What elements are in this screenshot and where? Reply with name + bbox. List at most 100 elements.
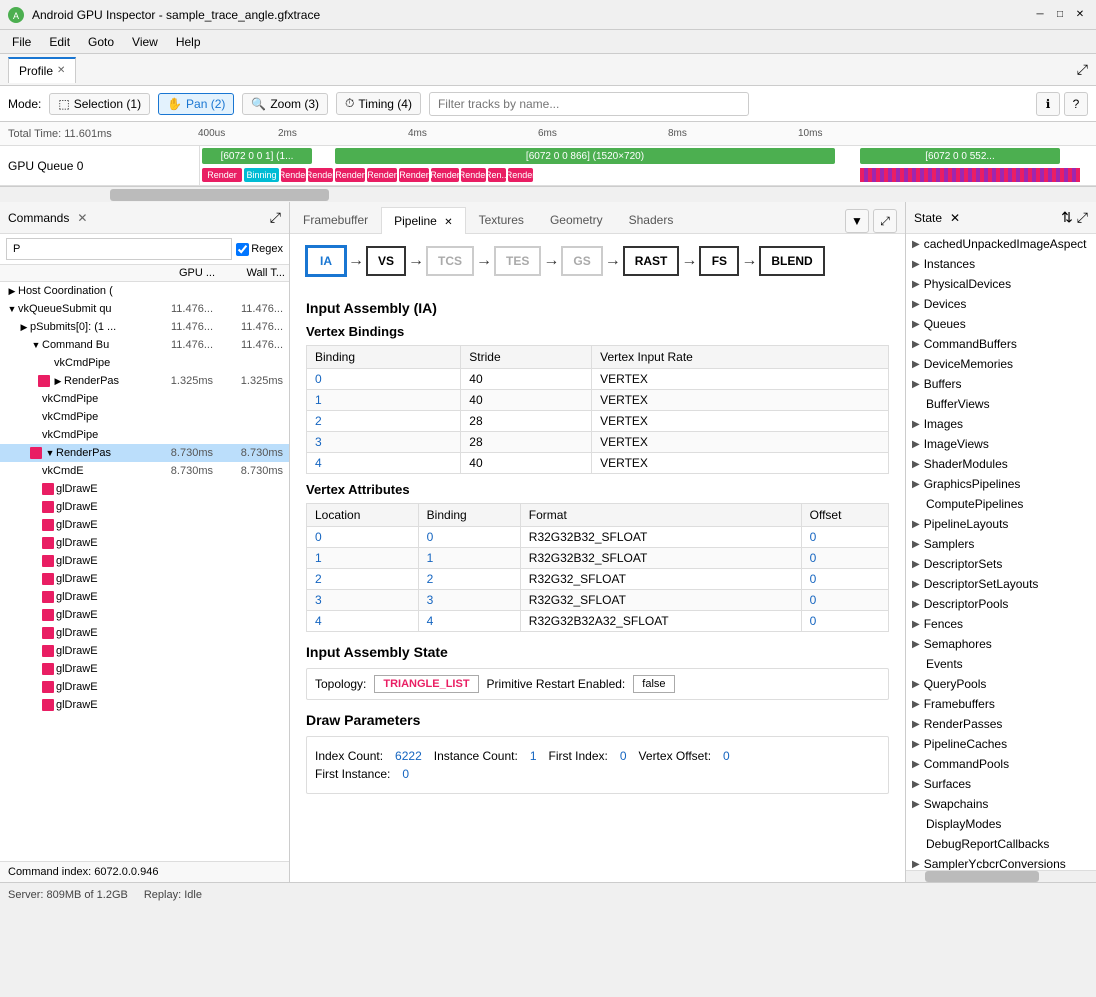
regex-label[interactable]: Regex — [236, 243, 283, 256]
state-item-1[interactable]: ▶Instances — [906, 254, 1096, 274]
pipeline-rast[interactable]: RAST — [623, 246, 680, 276]
tab-pipeline[interactable]: Pipeline ✕ — [381, 207, 465, 234]
state-item-26[interactable]: ▶CommandPools — [906, 754, 1096, 774]
render-bar-7[interactable]: Render — [461, 168, 486, 182]
tree-item-gldraw3[interactable]: glDrawE — [0, 534, 289, 552]
render-bar-5[interactable]: Render — [399, 168, 429, 182]
toggle-renderpass2[interactable]: ▼ — [44, 447, 56, 459]
tree-item-gldraw0[interactable]: glDrawE — [0, 480, 289, 498]
pipeline-tab-close[interactable]: ✕ — [444, 217, 452, 228]
toggle-psubmits[interactable]: ▶ — [18, 321, 30, 333]
render-bar-2[interactable]: Render — [308, 168, 333, 182]
state-item-29[interactable]: DisplayModes — [906, 814, 1096, 834]
state-item-22[interactable]: ▶QueryPools — [906, 674, 1096, 694]
binning-bar-0[interactable]: Binning — [244, 168, 279, 182]
state-item-25[interactable]: ▶PipelineCaches — [906, 734, 1096, 754]
tree-item-psubmits[interactable]: ▶ pSubmits[0]: (1 ... 11.476... 11.476..… — [0, 318, 289, 336]
minimize-button[interactable]: ─ — [1032, 7, 1048, 23]
toggle-cmdbuf[interactable]: ▼ — [30, 339, 42, 351]
commands-expand[interactable]: ⤢ — [270, 209, 281, 226]
track-bar-0[interactable]: [6072 0 0 1] (1... — [202, 148, 312, 164]
tree-item-vkcmd2[interactable]: vkCmdPipe — [0, 390, 289, 408]
state-item-27[interactable]: ▶Surfaces — [906, 774, 1096, 794]
menu-goto[interactable]: Goto — [80, 33, 122, 51]
track-content[interactable]: [6072 0 0 1] (1... [6072 0 0 866] (1520×… — [200, 146, 1080, 185]
tree-item-vkcmde[interactable]: vkCmdE 8.730ms 8.730ms — [0, 462, 289, 480]
state-item-19[interactable]: ▶Fences — [906, 614, 1096, 634]
pipeline-tes[interactable]: TES — [494, 246, 541, 276]
state-item-23[interactable]: ▶Framebuffers — [906, 694, 1096, 714]
pipeline-vs[interactable]: VS — [366, 246, 406, 276]
pipeline-gs[interactable]: GS — [561, 246, 602, 276]
state-item-0[interactable]: ▶cachedUnpackedImageAspect — [906, 234, 1096, 254]
tree-item-vkqueue[interactable]: ▼ vkQueueSubmit qu 11.476... 11.476... — [0, 300, 289, 318]
toggle-renderpass1[interactable]: ▶ — [52, 375, 64, 387]
pipeline-tcs[interactable]: TCS — [426, 246, 474, 276]
info-button[interactable]: ℹ — [1036, 92, 1060, 116]
state-item-15[interactable]: ▶Samplers — [906, 534, 1096, 554]
render-bar-3[interactable]: Render — [335, 168, 365, 182]
state-item-6[interactable]: ▶DeviceMemories — [906, 354, 1096, 374]
state-item-17[interactable]: ▶DescriptorSetLayouts — [906, 574, 1096, 594]
tab-framebuffer[interactable]: Framebuffer — [290, 206, 381, 233]
state-expand[interactable]: ⤢ — [1077, 209, 1088, 226]
track-bar-2[interactable]: [6072 0 0 552... — [860, 148, 1060, 164]
profile-tab[interactable]: Profile ✕ — [8, 57, 76, 83]
tree-item-renderpass1[interactable]: ▶ RenderPas 1.325ms 1.325ms — [0, 372, 289, 390]
tree-item-gldraw2[interactable]: glDrawE — [0, 516, 289, 534]
horizontal-scrollbar[interactable] — [0, 186, 1096, 202]
state-item-14[interactable]: ▶PipelineLayouts — [906, 514, 1096, 534]
close-button[interactable]: ✕ — [1072, 7, 1088, 23]
menu-help[interactable]: Help — [168, 33, 209, 51]
pipeline-fs[interactable]: FS — [699, 246, 739, 276]
state-item-18[interactable]: ▶DescriptorPools — [906, 594, 1096, 614]
state-item-8[interactable]: BufferViews — [906, 394, 1096, 414]
profile-tab-close[interactable]: ✕ — [57, 65, 65, 76]
state-item-5[interactable]: ▶CommandBuffers — [906, 334, 1096, 354]
tree-item-cmdbuf[interactable]: ▼ Command Bu 11.476... 11.476... — [0, 336, 289, 354]
state-item-24[interactable]: ▶RenderPasses — [906, 714, 1096, 734]
state-item-3[interactable]: ▶Devices — [906, 294, 1096, 314]
state-item-13[interactable]: ComputePipelines — [906, 494, 1096, 514]
tree-item-gldraw10[interactable]: glDrawE — [0, 660, 289, 678]
tree-item-gldraw1[interactable]: glDrawE — [0, 498, 289, 516]
commands-close[interactable]: ✕ — [77, 211, 87, 225]
menu-edit[interactable]: Edit — [41, 33, 78, 51]
render-bar-0[interactable]: Render — [202, 168, 242, 182]
toggle-vkqueue[interactable]: ▼ — [6, 303, 18, 315]
render-bar-4[interactable]: Render — [367, 168, 397, 182]
menu-view[interactable]: View — [124, 33, 166, 51]
state-item-2[interactable]: ▶PhysicalDevices — [906, 274, 1096, 294]
state-item-7[interactable]: ▶Buffers — [906, 374, 1096, 394]
render-bar-9[interactable]: Render — [508, 168, 533, 182]
tree-item-gldraw9[interactable]: glDrawE — [0, 642, 289, 660]
state-item-4[interactable]: ▶Queues — [906, 314, 1096, 334]
zoom-mode-button[interactable]: 🔍 Zoom (3) — [242, 93, 328, 115]
tree-item-gldraw11[interactable]: glDrawE — [0, 678, 289, 696]
track-bar-1[interactable]: [6072 0 0 866] (1520×720) — [335, 148, 835, 164]
pipeline-ia[interactable]: IA — [306, 246, 346, 276]
tree-item-gldraw8[interactable]: glDrawE — [0, 624, 289, 642]
tab-geometry[interactable]: Geometry — [537, 206, 616, 233]
tree-item-vkcmd3[interactable]: vkCmdPipe — [0, 408, 289, 426]
timing-mode-button[interactable]: ⏱ Timing (4) — [336, 92, 421, 115]
tree-item-gldraw5[interactable]: glDrawE — [0, 570, 289, 588]
state-item-11[interactable]: ▶ShaderModules — [906, 454, 1096, 474]
tab-shaders[interactable]: Shaders — [616, 206, 687, 233]
render-bar-1[interactable]: Render — [281, 168, 306, 182]
center-panel-dropdown[interactable]: ▼ — [845, 209, 869, 233]
help-button[interactable]: ? — [1064, 92, 1088, 116]
state-item-21[interactable]: Events — [906, 654, 1096, 674]
tree-item-renderpass2[interactable]: ▼ RenderPas 8.730ms 8.730ms — [0, 444, 289, 462]
tree-item-vkcmd4[interactable]: vkCmdPipe — [0, 426, 289, 444]
commands-search-input[interactable] — [6, 238, 232, 260]
selection-mode-button[interactable]: ⬚ Selection (1) — [49, 93, 150, 115]
state-item-9[interactable]: ▶Images — [906, 414, 1096, 434]
state-close[interactable]: ✕ — [950, 211, 960, 225]
maximize-button[interactable]: □ — [1052, 7, 1068, 23]
tree-item-gldraw7[interactable]: glDrawE — [0, 606, 289, 624]
render-bar-8[interactable]: Ren... — [488, 168, 506, 182]
tree-item-gldraw6[interactable]: glDrawE — [0, 588, 289, 606]
tree-item-vkcmd1[interactable]: vkCmdPipe — [0, 354, 289, 372]
pipeline-blend[interactable]: BLEND — [759, 246, 824, 276]
